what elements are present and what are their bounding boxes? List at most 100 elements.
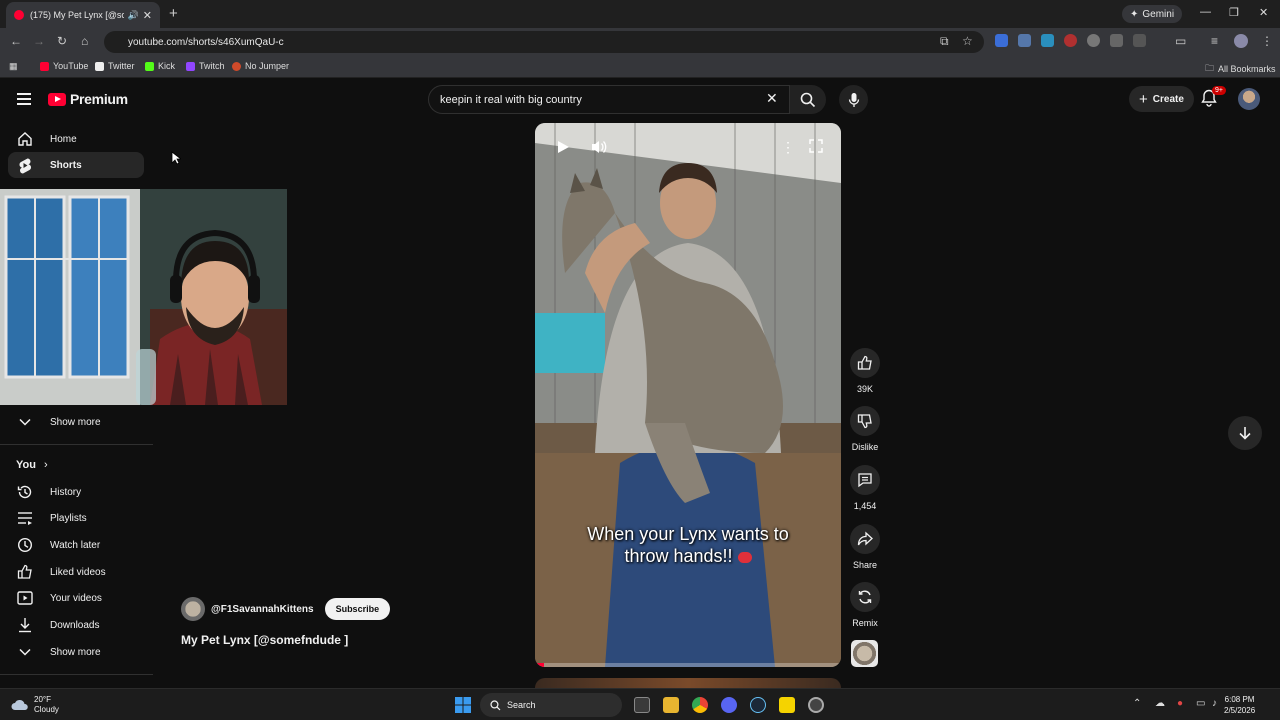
arrow-down-icon bbox=[1239, 427, 1251, 440]
search-icon bbox=[490, 699, 501, 710]
short-video-player[interactable]: ⋮ When your Lynx wants to throw hands!! bbox=[535, 123, 841, 667]
play-button[interactable] bbox=[555, 139, 571, 155]
bookmark-label: YouTube bbox=[53, 61, 89, 71]
bookmark-kick[interactable]: Kick bbox=[145, 61, 175, 71]
extension-icon[interactable] bbox=[1018, 34, 1031, 47]
speaker-icon[interactable]: ♪ bbox=[1212, 698, 1217, 709]
bookmark-nojumper[interactable]: No Jumper bbox=[232, 61, 289, 71]
obs-icon[interactable] bbox=[808, 697, 824, 713]
sidebar-item-playlists[interactable]: Playlists bbox=[8, 505, 144, 531]
task-view-icon[interactable] bbox=[634, 697, 650, 713]
youtube-premium-logo[interactable]: Premium bbox=[48, 91, 128, 107]
microphone-tray-icon[interactable]: ● bbox=[1177, 698, 1183, 709]
file-explorer-icon[interactable] bbox=[663, 697, 679, 713]
sidebar-you-heading[interactable]: You › bbox=[16, 459, 48, 471]
like-action[interactable]: 39K bbox=[848, 348, 882, 394]
install-icon[interactable]: ⧉ bbox=[940, 34, 949, 49]
minimize-icon[interactable]: — bbox=[1200, 6, 1211, 18]
app-icon[interactable] bbox=[779, 697, 795, 713]
window-close-icon[interactable]: ✕ bbox=[1259, 6, 1268, 19]
discord-icon[interactable] bbox=[721, 697, 737, 713]
restore-icon[interactable]: ❐ bbox=[1229, 6, 1239, 19]
bookmark-twitter[interactable]: Twitter bbox=[95, 61, 135, 71]
channel-name[interactable]: @F1SavannahKittens bbox=[211, 604, 314, 615]
tab-close-icon[interactable]: ✕ bbox=[143, 9, 152, 22]
steam-icon[interactable] bbox=[750, 697, 766, 713]
download-icon bbox=[10, 617, 40, 633]
comments-action[interactable]: 1,454 bbox=[848, 465, 882, 511]
sidebar-item-shorts[interactable]: Shorts bbox=[8, 152, 144, 178]
volume-icon bbox=[592, 141, 607, 153]
dislike-action[interactable]: Dislike bbox=[848, 406, 882, 452]
extension-icon[interactable] bbox=[1110, 34, 1123, 47]
search-button[interactable] bbox=[790, 85, 826, 114]
volume-button[interactable] bbox=[590, 139, 608, 155]
share-action[interactable]: Share bbox=[848, 524, 882, 570]
remix-button[interactable] bbox=[850, 582, 880, 612]
sidebar-item-your-videos[interactable]: Your videos bbox=[8, 585, 144, 611]
dislike-label: Dislike bbox=[851, 442, 879, 452]
sidebar-item-label: Watch later bbox=[50, 539, 101, 551]
taskbar-search[interactable]: Search bbox=[480, 693, 622, 717]
like-button[interactable] bbox=[850, 348, 880, 378]
gemini-button[interactable]: ✦ Gemini bbox=[1122, 5, 1183, 23]
channel-avatar[interactable] bbox=[181, 597, 205, 621]
bookmark-youtube[interactable]: YouTube bbox=[40, 61, 88, 71]
windows-start-icon[interactable] bbox=[455, 697, 471, 713]
sidebar-item-label: Playlists bbox=[50, 512, 87, 524]
bookmark-star-icon[interactable]: ☆ bbox=[962, 34, 973, 48]
share-button[interactable] bbox=[850, 524, 880, 554]
system-clock[interactable]: 6:08 PM 2/5/2026 bbox=[1224, 694, 1255, 716]
comment-icon bbox=[858, 473, 872, 488]
sidebar-item-watch-later[interactable]: Watch later bbox=[8, 532, 144, 558]
onedrive-icon[interactable]: ☁ bbox=[1155, 698, 1165, 709]
bookmark-twitch[interactable]: Twitch bbox=[186, 61, 225, 71]
account-avatar[interactable] bbox=[1238, 88, 1260, 110]
extension-icon[interactable] bbox=[1064, 34, 1077, 47]
sidebar-show-more-1[interactable]: Show more bbox=[8, 409, 144, 435]
sidebar-item-downloads[interactable]: Downloads bbox=[8, 612, 144, 638]
media-control-icon[interactable]: ≡ bbox=[1211, 34, 1218, 48]
extension-icon[interactable] bbox=[1087, 34, 1100, 47]
comments-button[interactable] bbox=[850, 465, 880, 495]
tab-audio-icon[interactable]: 🔊 bbox=[128, 10, 139, 21]
sidebar-show-more-2[interactable]: Show more bbox=[8, 639, 144, 665]
create-button[interactable]: + Create bbox=[1129, 86, 1194, 112]
puzzle-extensions-icon[interactable] bbox=[1133, 34, 1146, 47]
sound-source-thumbnail[interactable] bbox=[851, 640, 878, 667]
weather-widget[interactable]: 20°F Cloudy bbox=[11, 695, 59, 715]
dislike-button[interactable] bbox=[850, 406, 880, 436]
voice-search-button[interactable] bbox=[839, 85, 868, 114]
home-icon[interactable]: ⌂ bbox=[81, 34, 88, 48]
sidebar-item-history[interactable]: History bbox=[8, 479, 144, 505]
sidebar-item-home[interactable]: Home bbox=[8, 126, 144, 152]
sidebar-item-liked-videos[interactable]: Liked videos bbox=[8, 559, 144, 585]
tray-overflow-icon[interactable]: ⌃ bbox=[1133, 698, 1141, 709]
new-tab-icon[interactable]: + bbox=[169, 5, 178, 22]
chrome-icon[interactable] bbox=[692, 697, 708, 713]
guide-menu-icon[interactable] bbox=[17, 93, 31, 105]
extension-icon[interactable] bbox=[1041, 34, 1054, 47]
side-panel-icon[interactable]: ▭ bbox=[1175, 34, 1186, 48]
browser-tab[interactable]: (175) My Pet Lynx [@somefnd 🔊 ✕ bbox=[6, 2, 160, 28]
apps-grid-icon[interactable]: ▦ bbox=[9, 61, 18, 72]
search-input[interactable]: keepin it real with big country bbox=[428, 85, 790, 114]
short-title[interactable]: My Pet Lynx [@somefndude ] bbox=[181, 633, 348, 647]
progress-bar[interactable] bbox=[535, 663, 841, 667]
forward-icon[interactable]: → bbox=[33, 34, 45, 48]
temperature: 20°F bbox=[34, 695, 51, 704]
fullscreen-button[interactable] bbox=[809, 139, 823, 153]
subscribe-button[interactable]: Subscribe bbox=[324, 598, 391, 620]
more-options-icon[interactable]: ⋮ bbox=[781, 139, 795, 156]
address-bar[interactable]: youtube.com/shorts/s46XumQaU-c bbox=[104, 31, 984, 53]
back-icon[interactable]: ← bbox=[10, 34, 22, 48]
remix-action[interactable]: Remix bbox=[848, 582, 882, 628]
extension-icon[interactable] bbox=[995, 34, 1008, 47]
all-bookmarks[interactable]: 🗀 All Bookmarks bbox=[1205, 61, 1276, 77]
profile-icon[interactable] bbox=[1234, 34, 1248, 48]
menu-kebab-icon[interactable]: ⋮ bbox=[1261, 34, 1273, 48]
clear-search-icon[interactable]: ✕ bbox=[766, 90, 778, 107]
network-icon[interactable]: ▭ bbox=[1196, 698, 1205, 709]
next-short-button[interactable] bbox=[1228, 416, 1262, 450]
reload-icon[interactable]: ↻ bbox=[57, 34, 67, 48]
